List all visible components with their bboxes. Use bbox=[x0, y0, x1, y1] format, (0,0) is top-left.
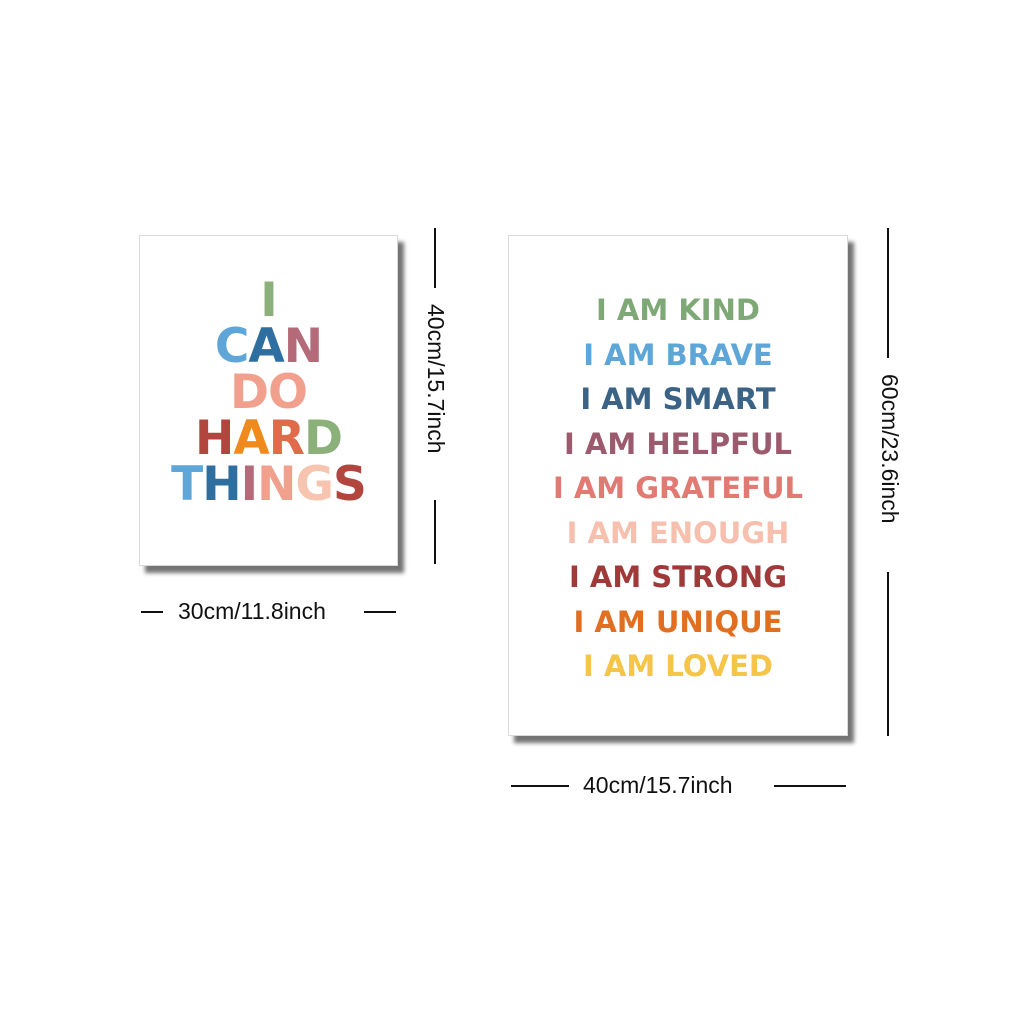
slogan-letter: T bbox=[171, 457, 203, 512]
affirmation-line: I AM UNIQUE bbox=[573, 604, 783, 639]
large-poster-height-label: 60cm/23.6inch bbox=[877, 374, 903, 524]
small-poster-width-label: 30cm/11.8inch bbox=[178, 598, 326, 624]
slogan-letter: G bbox=[295, 457, 334, 512]
slogan-line: DO bbox=[140, 365, 397, 420]
affirmation-line: I AM STRONG bbox=[568, 560, 787, 594]
poster-large-affirmations: I AM KIND I AM BRAVE I AM SMART I AM HELPFU… bbox=[509, 288, 847, 689]
affirmation-line: I AM GRATEFUL bbox=[552, 471, 804, 505]
slogan-line: I bbox=[140, 273, 397, 328]
width-dimension-line-left-large bbox=[511, 785, 569, 787]
affirmation-line: I AM SMART bbox=[580, 382, 776, 416]
slogan-letter: H bbox=[202, 457, 241, 512]
width-dimension-line-right-large bbox=[774, 785, 846, 787]
affirmation-line: I AM ENOUGH bbox=[566, 515, 790, 550]
slogan-letter: N bbox=[283, 319, 323, 374]
width-dimension-line-right-small bbox=[364, 611, 396, 613]
slogan-letter: A bbox=[233, 411, 269, 466]
slogan-letter: R bbox=[268, 411, 305, 466]
height-dimension-line-bottom-large bbox=[887, 572, 889, 736]
slogan-line: THINGS bbox=[140, 457, 397, 512]
slogan-letter: D bbox=[230, 365, 269, 420]
slogan-letter: A bbox=[248, 319, 284, 374]
small-poster-height-label: 40cm/15.7inch bbox=[423, 304, 449, 454]
slogan-letter: I bbox=[240, 457, 258, 512]
affirmation-line: I AM KIND bbox=[596, 293, 760, 327]
slogan-letter: O bbox=[268, 365, 308, 420]
slogan-letter: I bbox=[260, 273, 277, 328]
affirmation-line: I AM LOVED bbox=[583, 649, 773, 683]
height-dimension-line-bottom-small bbox=[434, 500, 436, 564]
slogan-letter: D bbox=[303, 411, 343, 466]
slogan-letter: H bbox=[195, 411, 234, 466]
slogan-line: CAN bbox=[140, 319, 397, 374]
slogan-letter: S bbox=[332, 457, 367, 512]
slogan-letter: C bbox=[214, 319, 249, 374]
width-dimension-line-left-small bbox=[141, 611, 163, 613]
poster-i-can-do-hard-things: I CAN DO HARD THINGS bbox=[139, 235, 398, 566]
height-dimension-line-top-small bbox=[434, 228, 436, 288]
large-poster-width-label: 40cm/15.7inch bbox=[583, 772, 733, 798]
poster-small-slogan: I CAN DO HARD THINGS bbox=[140, 273, 397, 512]
slogan-line: HARD bbox=[140, 411, 397, 466]
affirmation-line: I AM HELPFUL bbox=[564, 426, 792, 461]
height-dimension-line-top-large bbox=[887, 228, 889, 358]
poster-i-am-affirmations: I AM KIND I AM BRAVE I AM SMART I AM HELPFU… bbox=[508, 235, 848, 736]
slogan-letter: N bbox=[257, 457, 296, 512]
affirmation-line: I AM BRAVE bbox=[583, 337, 773, 372]
